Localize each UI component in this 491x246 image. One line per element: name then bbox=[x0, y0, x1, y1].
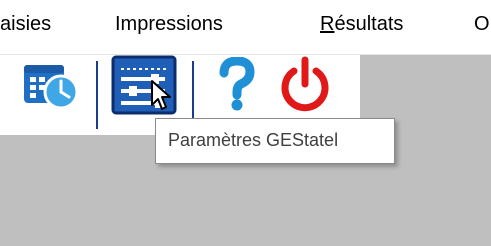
mouse-cursor-icon bbox=[150, 79, 174, 118]
help-button[interactable] bbox=[206, 55, 266, 119]
power-icon bbox=[277, 56, 333, 119]
menu-bar: aisies Impressions Résultats O bbox=[0, 0, 491, 55]
menu-saisies-label: aisies bbox=[0, 13, 52, 35]
tooltip: Paramètres GEStatel bbox=[155, 118, 395, 164]
help-question-icon bbox=[216, 55, 256, 118]
menu-resultats-mnemonic: R bbox=[320, 13, 335, 35]
menu-resultats[interactable]: Résultats bbox=[320, 13, 403, 36]
menu-impressions-label: Impressions bbox=[115, 13, 223, 35]
menu-resultats-label: ésultats bbox=[334, 13, 404, 35]
calendar-clock-icon bbox=[22, 59, 80, 116]
quit-button[interactable] bbox=[270, 55, 340, 119]
menu-options-label: O bbox=[474, 13, 490, 35]
toolbar-separator bbox=[96, 61, 98, 129]
tooltip-text: Paramètres GEStatel bbox=[168, 130, 339, 150]
menu-options[interactable]: O bbox=[474, 13, 490, 36]
menu-saisies[interactable]: aisies bbox=[0, 13, 51, 36]
menu-impressions[interactable]: Impressions bbox=[115, 13, 223, 36]
calendar-button[interactable] bbox=[12, 55, 90, 119]
